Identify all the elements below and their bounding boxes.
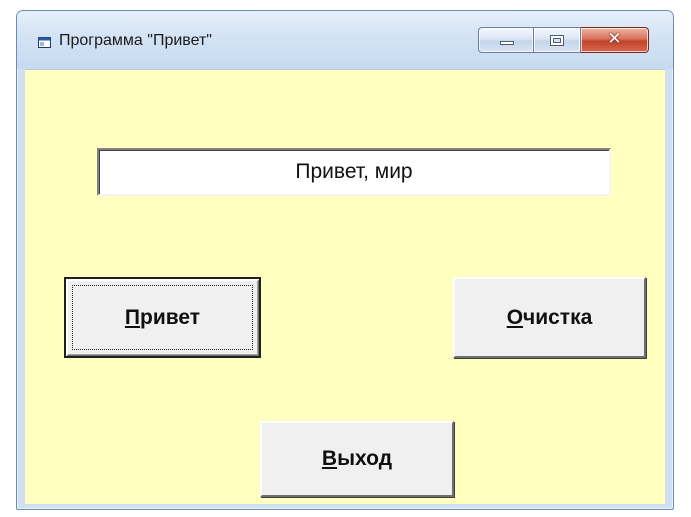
title-bar[interactable]: Программа "Привет" ✕ bbox=[17, 11, 673, 69]
close-icon: ✕ bbox=[607, 29, 622, 49]
maximize-button[interactable] bbox=[534, 27, 581, 53]
exit-button-label: Выход bbox=[262, 447, 452, 471]
close-button[interactable]: ✕ bbox=[581, 27, 649, 53]
clear-button-label-rest: чистка bbox=[523, 305, 593, 329]
exit-button[interactable]: Выход bbox=[260, 421, 454, 497]
hello-button-label-rest: ривет bbox=[140, 305, 201, 329]
clear-button-mnemonic: О bbox=[506, 305, 524, 329]
maximize-icon bbox=[550, 35, 564, 46]
clear-button[interactable]: Очистка bbox=[453, 277, 646, 358]
hello-button-mnemonic: П bbox=[124, 305, 141, 329]
exit-button-mnemonic: В bbox=[321, 447, 338, 470]
app-window-icon bbox=[38, 37, 51, 48]
window-title: Программа "Привет" bbox=[59, 32, 212, 49]
clear-button-label: Очистка bbox=[455, 306, 644, 330]
exit-button-label-rest: ыход bbox=[337, 447, 393, 470]
form-client-area: Привет Очистка Выход bbox=[25, 69, 665, 504]
hello-button[interactable]: Привет bbox=[64, 277, 261, 358]
greeting-output-field[interactable] bbox=[97, 148, 611, 196]
hello-button-label: Привет bbox=[66, 306, 259, 330]
app-window: Программа "Привет" ✕ Привет Очистка Выхо… bbox=[16, 10, 674, 510]
minimize-icon bbox=[500, 41, 514, 45]
minimize-button[interactable] bbox=[478, 27, 534, 53]
